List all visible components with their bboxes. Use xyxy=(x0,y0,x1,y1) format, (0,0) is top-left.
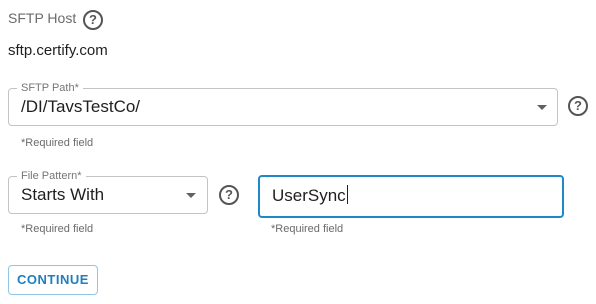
help-icon[interactable]: ? xyxy=(83,10,103,30)
sftp-host-value: sftp.certify.com xyxy=(8,42,108,59)
file-pattern-value: Starts With xyxy=(21,185,105,204)
file-pattern-label: File Pattern* xyxy=(17,169,86,183)
pattern-text-content: UserSync xyxy=(272,186,346,205)
chevron-down-icon[interactable] xyxy=(537,105,547,110)
continue-button[interactable]: CONTINUE xyxy=(8,265,98,295)
pattern-text-input[interactable]: UserSync xyxy=(258,175,564,218)
file-pattern-required-text: *Required field xyxy=(21,223,94,235)
pattern-text-required-text: *Required field xyxy=(271,223,344,235)
sftp-path-value: /DI/TavsTestCo/ xyxy=(21,97,141,116)
pattern-text-value: UserSync xyxy=(272,185,348,206)
text-cursor xyxy=(346,185,348,204)
sftp-path-select[interactable]: SFTP Path* /DI/TavsTestCo/ xyxy=(8,81,558,126)
sftp-path-label: SFTP Path* xyxy=(17,81,83,95)
sftp-path-required-text: *Required field xyxy=(21,137,94,149)
file-pattern-select[interactable]: File Pattern* Starts With xyxy=(8,169,208,214)
chevron-down-icon[interactable] xyxy=(186,193,196,198)
help-icon[interactable]: ? xyxy=(568,96,588,116)
help-icon[interactable]: ? xyxy=(219,185,239,205)
sftp-host-label: SFTP Host xyxy=(8,10,77,26)
